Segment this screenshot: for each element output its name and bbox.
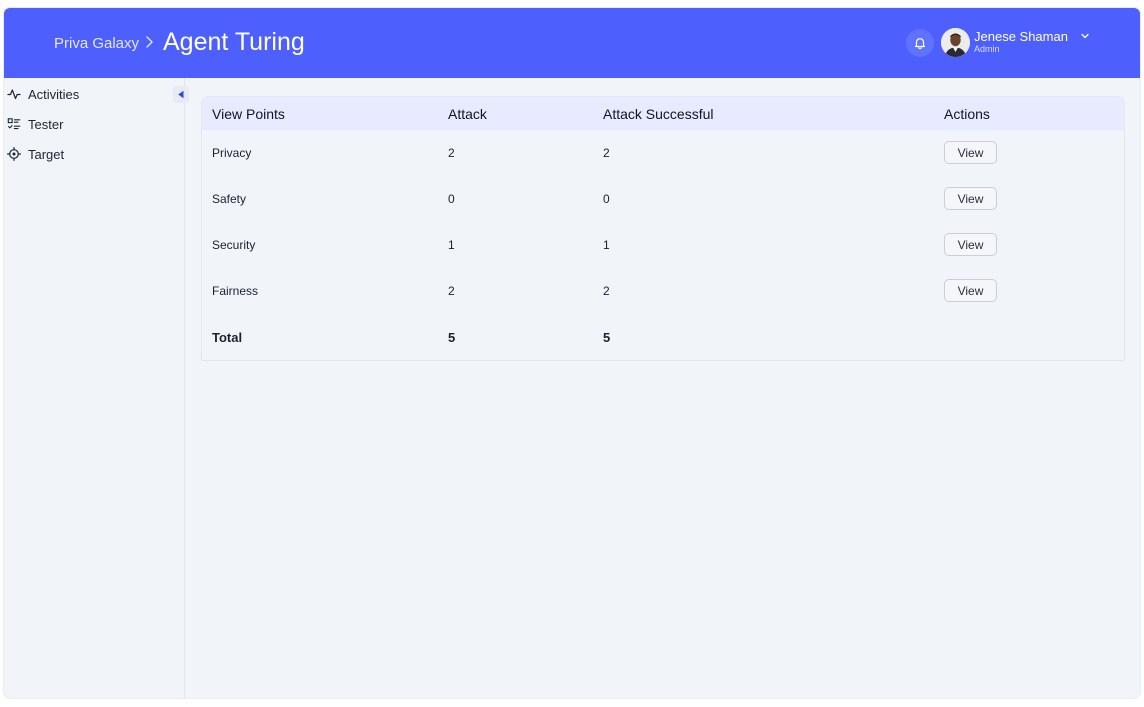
sidebar-item-label: Target [28, 146, 65, 162]
sidebar-item-label: Activities [28, 86, 80, 102]
avatar[interactable] [941, 28, 970, 57]
cell-total-attack-successful: 5 [603, 330, 611, 345]
column-header-view-points: View Points [212, 106, 285, 122]
cell-attack: 1 [448, 238, 455, 252]
chevron-down-icon[interactable] [1080, 31, 1090, 41]
cell-attack: 2 [448, 284, 455, 298]
top-header: Priva Galaxy Agent Turing Jenese Shaman … [4, 8, 1140, 78]
chevron-right-icon [146, 36, 153, 48]
cell-attack-successful: 0 [603, 192, 610, 206]
cell-attack: 0 [448, 192, 455, 206]
table-row: Fairness 2 2 View [202, 268, 1124, 314]
cell-view-point: Security [212, 238, 256, 252]
cell-total-label: Total [212, 330, 243, 345]
notifications-button[interactable] [906, 29, 934, 57]
column-header-attack-successful: Attack Successful [603, 106, 714, 122]
view-points-table: View Points Attack Attack Successful Act… [201, 96, 1125, 361]
view-button[interactable]: View [944, 141, 997, 164]
cell-attack-successful: 2 [603, 146, 610, 160]
view-button[interactable]: View [944, 233, 997, 256]
cell-view-point: Fairness [212, 284, 259, 298]
view-button[interactable]: View [944, 279, 997, 302]
cell-attack-successful: 2 [603, 284, 610, 298]
cell-view-point: Privacy [212, 146, 252, 160]
table-row: Privacy 2 2 View [202, 130, 1124, 176]
caret-left-icon [178, 90, 184, 99]
cell-view-point: Safety [212, 192, 247, 206]
cell-total-attack: 5 [448, 330, 456, 345]
sidebar: Activities Tester Target [4, 78, 189, 698]
user-name[interactable]: Jenese Shaman [974, 29, 1068, 44]
user-role: Admin [974, 44, 1000, 54]
sidebar-item-tester[interactable]: Tester [4, 111, 174, 137]
column-header-attack: Attack [448, 106, 487, 122]
sidebar-item-target[interactable]: Target [4, 141, 174, 167]
view-button[interactable]: View [944, 187, 997, 210]
page-title: Agent Turing [163, 28, 305, 56]
column-header-actions: Actions [944, 106, 990, 122]
table-row: Security 1 1 View [202, 222, 1124, 268]
app-window: Priva Galaxy Agent Turing Jenese Shaman … [4, 8, 1140, 698]
table-row: Safety 0 0 View [202, 176, 1124, 222]
sidebar-item-label: Tester [28, 116, 64, 132]
collapse-sidebar-button[interactable] [173, 86, 189, 103]
table-total-row: Total 5 5 [202, 314, 1124, 360]
breadcrumb-parent[interactable]: Priva Galaxy [54, 35, 139, 52]
cell-attack-successful: 1 [603, 238, 610, 252]
activity-icon [7, 89, 21, 100]
user-photo-icon [941, 28, 970, 57]
cell-attack: 2 [448, 146, 455, 160]
checklist-icon [7, 118, 21, 130]
sidebar-item-activities[interactable]: Activities [4, 81, 174, 107]
table-header: View Points Attack Attack Successful Act… [202, 97, 1124, 130]
target-icon [7, 147, 21, 161]
bell-icon [914, 38, 926, 50]
